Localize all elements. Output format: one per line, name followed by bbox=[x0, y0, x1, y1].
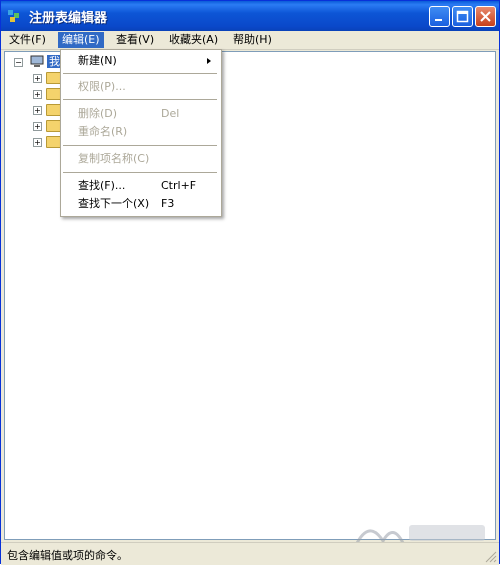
window-title: 注册表编辑器 bbox=[29, 11, 108, 26]
minimize-button[interactable] bbox=[429, 6, 450, 27]
menu-separator bbox=[63, 145, 217, 146]
collapse-root-icon[interactable]: − bbox=[14, 58, 23, 67]
menu-item-label: 新建(N) bbox=[78, 54, 117, 67]
menu-help[interactable]: 帮助(H) bbox=[229, 32, 276, 48]
menu-item-label: 权限(P)... bbox=[78, 80, 126, 93]
expand-hive-icon[interactable]: + bbox=[33, 138, 42, 147]
menu-item-label: 查找(F)... bbox=[78, 179, 126, 192]
menu-item-permissions[interactable]: 权限(P)... bbox=[61, 78, 219, 96]
edit-menu-dropdown: 新建(N) 权限(P)... 删除(D) Del 重命名(R) 复制项名称(C)… bbox=[60, 49, 222, 217]
expand-hive-icon[interactable]: + bbox=[33, 122, 42, 131]
menu-item-label: 查找下一个(X) bbox=[78, 197, 150, 210]
expand-hive-icon[interactable]: + bbox=[33, 74, 42, 83]
menu-item-find[interactable]: 查找(F)... Ctrl+F bbox=[61, 177, 219, 195]
menu-bar: 文件(F) 编辑(E) 查看(V) 收藏夹(A) 帮助(H) bbox=[1, 31, 499, 50]
menu-edit[interactable]: 编辑(E) bbox=[58, 32, 104, 48]
resize-grip-icon[interactable] bbox=[485, 551, 497, 563]
computer-icon bbox=[30, 55, 44, 67]
menu-item-shortcut: Del bbox=[161, 107, 180, 120]
menu-separator bbox=[63, 73, 217, 74]
close-button[interactable] bbox=[475, 6, 496, 27]
expand-hive-icon[interactable]: + bbox=[33, 90, 42, 99]
menu-item-label: 删除(D) bbox=[78, 107, 118, 120]
submenu-arrow-icon bbox=[207, 58, 211, 64]
close-icon bbox=[480, 11, 491, 22]
registry-app-icon bbox=[8, 10, 19, 22]
maximize-button[interactable] bbox=[452, 6, 473, 27]
menu-favorites[interactable]: 收藏夹(A) bbox=[165, 32, 222, 48]
status-text: 包含编辑值或项的命令。 bbox=[7, 549, 128, 562]
menu-item-shortcut: F3 bbox=[161, 197, 175, 210]
menu-view[interactable]: 查看(V) bbox=[112, 32, 158, 48]
menu-item-shortcut: Ctrl+F bbox=[161, 179, 197, 192]
menu-separator bbox=[63, 99, 217, 100]
registry-editor-window: 注册表编辑器 文件(F) 编辑(E) 查看(V) 收藏夹(A) 帮助(H) − … bbox=[0, 0, 500, 565]
menu-item-delete[interactable]: 删除(D) Del bbox=[61, 105, 219, 123]
menu-item-label: 复制项名称(C) bbox=[78, 152, 150, 165]
menu-separator bbox=[63, 172, 217, 173]
title-bar[interactable]: 注册表编辑器 bbox=[1, 1, 499, 31]
menu-item-label: 重命名(R) bbox=[78, 125, 128, 138]
minimize-icon bbox=[435, 19, 442, 21]
expand-hive-icon[interactable]: + bbox=[33, 106, 42, 115]
maximize-icon bbox=[456, 10, 469, 23]
menu-file[interactable]: 文件(F) bbox=[5, 32, 50, 48]
menu-item-new[interactable]: 新建(N) bbox=[61, 52, 219, 70]
status-bar: 包含编辑值或项的命令。 bbox=[1, 542, 499, 565]
menu-item-copy-key-name[interactable]: 复制项名称(C) bbox=[61, 150, 219, 168]
menu-item-find-next[interactable]: 查找下一个(X) F3 bbox=[61, 195, 219, 213]
menu-item-rename[interactable]: 重命名(R) bbox=[61, 123, 219, 141]
